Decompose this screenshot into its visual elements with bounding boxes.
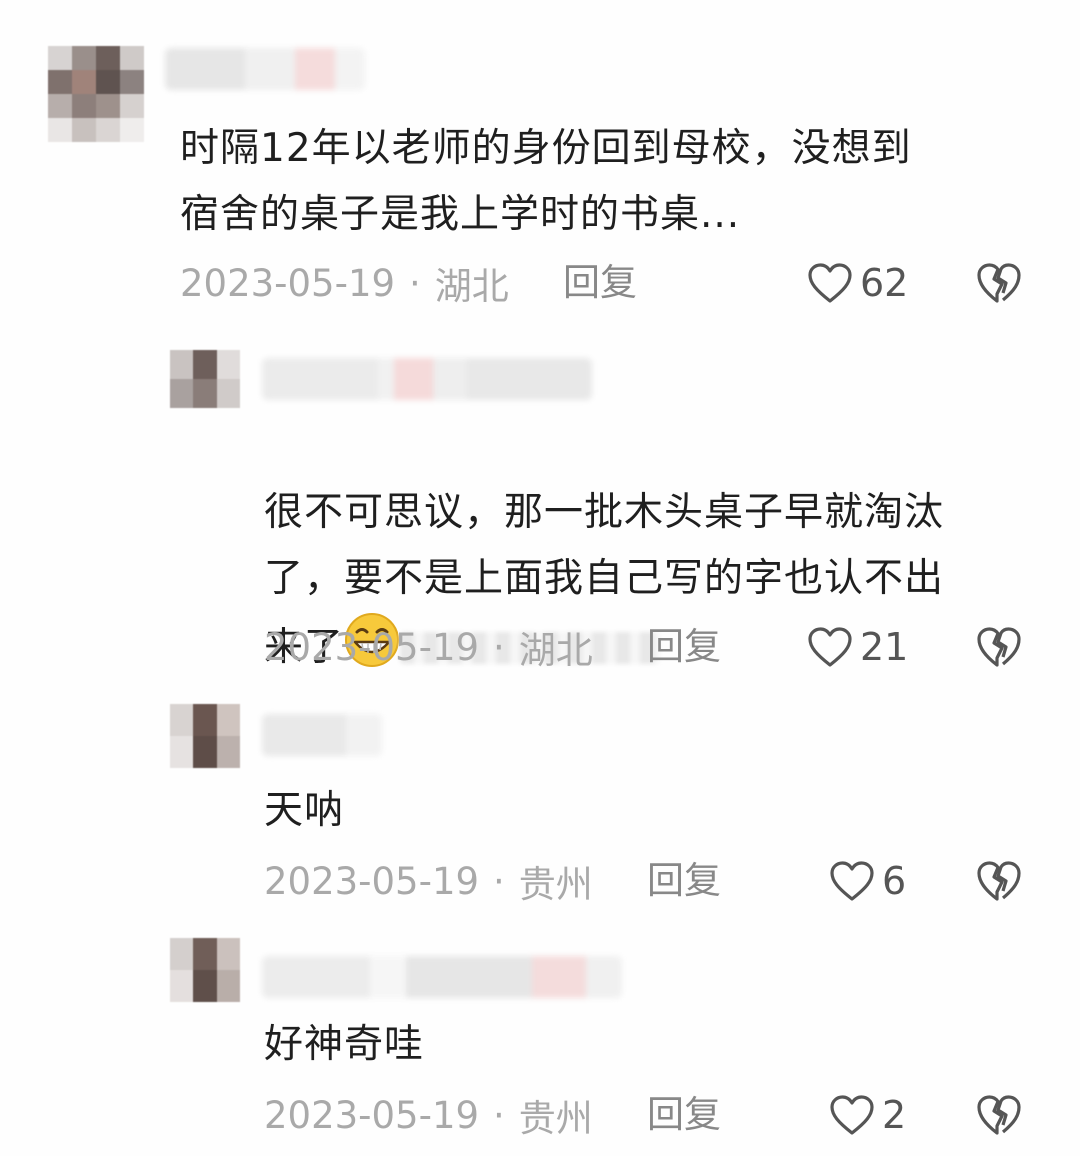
comment-item: 时隔12年以老师的身份回到母校，没想到 宿舍的桌子是我上学时的书桌... 202… — [0, 0, 1080, 330]
reply-item: 天呐 2023-05-19 · 贵州 回复 6 — [0, 690, 1080, 926]
comment-text: 时隔12年以老师的身份回到母校，没想到 宿舍的桌子是我上学时的书桌... — [180, 126, 912, 237]
heart-outline-icon — [808, 263, 852, 303]
meta-separator: · — [493, 1093, 505, 1137]
comment-location: 贵州 — [518, 863, 593, 906]
reply-item: 很不可思议，那一批木头桌子早就淘汰 了，要不是上面我自己写的字也认不出 来了 2… — [0, 330, 1080, 690]
comment-date: 2023-05-19 — [180, 261, 396, 305]
like-count: 21 — [860, 625, 909, 669]
like-count: 62 — [860, 261, 909, 305]
like-button[interactable]: 21 — [806, 622, 908, 672]
comment-meta: 2023-05-19 · 湖北 — [264, 622, 593, 673]
broken-heart-icon[interactable] — [975, 624, 1023, 670]
avatar[interactable] — [170, 938, 240, 1002]
avatar[interactable] — [48, 46, 144, 142]
heart-outline-icon — [808, 627, 852, 667]
like-count: 2 — [882, 1093, 907, 1137]
like-button[interactable]: 2 — [828, 1090, 906, 1140]
reply-item: 好神奇哇 2023-05-19 · 贵州 回复 2 — [0, 926, 1080, 1156]
meta-separator: · — [409, 261, 421, 305]
like-button[interactable]: 6 — [828, 856, 906, 906]
comment-date: 2023-05-19 — [264, 625, 480, 669]
broken-heart-icon[interactable] — [975, 260, 1023, 306]
comment-date: 2023-05-19 — [264, 859, 480, 903]
reply-button[interactable]: 回复 — [647, 856, 721, 906]
username-redacted[interactable] — [262, 956, 622, 998]
username-redacted[interactable] — [165, 48, 365, 90]
like-count: 6 — [882, 859, 907, 903]
comment-meta: 2023-05-19 · 贵州 — [264, 1090, 593, 1141]
broken-heart-icon[interactable] — [975, 1092, 1023, 1138]
broken-heart-icon[interactable] — [975, 858, 1023, 904]
meta-separator: · — [493, 859, 505, 903]
comment-meta: 2023-05-19 · 湖北 — [180, 258, 509, 309]
comment-location: 湖北 — [518, 629, 593, 672]
username-redacted[interactable] — [262, 358, 592, 400]
comment-text: 天呐 — [264, 788, 345, 833]
avatar[interactable] — [170, 350, 240, 408]
reply-button[interactable]: 回复 — [563, 258, 637, 308]
like-button[interactable]: 62 — [806, 258, 908, 308]
comment-location: 贵州 — [518, 1097, 593, 1140]
comment-text: 好神奇哇 — [264, 1022, 425, 1067]
comment-location: 湖北 — [434, 265, 509, 308]
comment-meta: 2023-05-19 · 贵州 — [264, 856, 593, 907]
comment-date: 2023-05-19 — [264, 1093, 480, 1137]
reply-button[interactable]: 回复 — [647, 1090, 721, 1140]
heart-outline-icon — [830, 861, 874, 901]
avatar[interactable] — [170, 704, 240, 768]
username-redacted[interactable] — [262, 714, 382, 756]
reply-button[interactable]: 回复 — [647, 622, 721, 672]
heart-outline-icon — [830, 1095, 874, 1135]
meta-separator: · — [493, 625, 505, 669]
